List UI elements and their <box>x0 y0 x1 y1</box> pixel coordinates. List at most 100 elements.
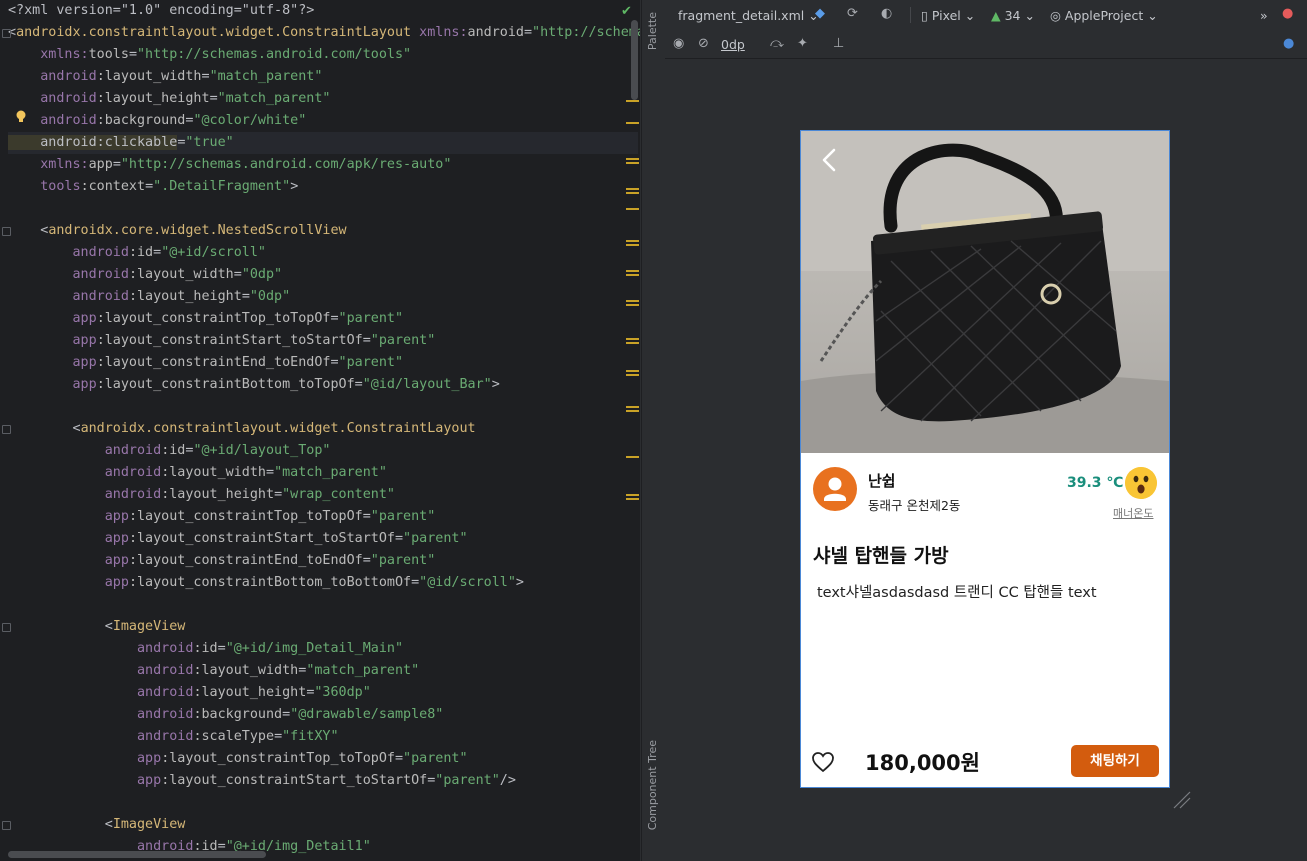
code-line[interactable]: app:layout_constraintEnd_toEndOf="parent… <box>8 352 638 374</box>
code-token: :layout_height <box>161 487 275 502</box>
vertical-scrollbar[interactable] <box>631 20 638 100</box>
code-token: "@color/white" <box>193 113 307 128</box>
code-token: = <box>201 69 210 84</box>
night-mode-icon[interactable]: ◐ <box>881 6 892 21</box>
api-selector[interactable]: ▲ 34 ⌄ <box>991 8 1035 23</box>
code-line[interactable]: <androidx.constraintlayout.widget.Constr… <box>8 418 638 440</box>
code-token: < <box>104 619 113 634</box>
fold-marker[interactable] <box>2 227 11 236</box>
code-line[interactable]: tools:context=".DetailFragment"> <box>8 176 638 198</box>
code-token: android <box>467 25 524 40</box>
code-line[interactable]: android:clickable="true" <box>8 132 638 154</box>
component-tree-tab[interactable]: Component Tree <box>646 740 659 830</box>
default-margin-field[interactable]: 0dp <box>721 37 745 52</box>
code-line[interactable]: app:layout_constraintEnd_toEndOf="parent… <box>8 550 638 572</box>
code-line[interactable]: android:id="@+id/img_Detail_Main" <box>8 638 638 660</box>
code-line[interactable]: app:layout_constraintTop_toTopOf="parent… <box>8 506 638 528</box>
heart-icon[interactable] <box>811 751 835 773</box>
code-line[interactable]: android:layout_width="match_parent" <box>8 660 638 682</box>
code-line[interactable]: android:layout_height="wrap_content" <box>8 484 638 506</box>
autoconnect-icon[interactable]: ⊘ <box>698 36 709 51</box>
product-photo <box>801 131 1169 453</box>
code-token: android <box>104 465 162 480</box>
lightbulb-icon[interactable] <box>15 110 27 124</box>
code-line[interactable]: android:layout_width="0dp" <box>8 264 638 286</box>
code-token: > <box>290 179 299 194</box>
code-line[interactable]: xmlns:tools="http://schemas.android.com/… <box>8 44 638 66</box>
code-token: tools <box>88 47 129 62</box>
clear-constraints-icon[interactable]: ⤼ <box>770 36 784 51</box>
code-line[interactable]: android:layout_width="match_parent" <box>8 462 638 484</box>
code-token: app <box>104 575 129 590</box>
code-line[interactable]: app:layout_constraintTop_toTopOf="parent… <box>8 308 638 330</box>
code-line[interactable] <box>8 792 638 814</box>
code-token: "@id/layout_Bar" <box>362 377 492 392</box>
stripe-mark <box>626 494 639 496</box>
guidelines-icon[interactable]: ⊥ <box>833 36 844 51</box>
handbag-illustration <box>801 131 1169 453</box>
code-line[interactable]: android:layout_height="0dp" <box>8 286 638 308</box>
code-line[interactable]: app:layout_constraintTop_toTopOf="parent… <box>8 748 638 770</box>
view-options-icon[interactable]: ◉ <box>673 36 684 51</box>
stripe-mark <box>626 100 639 102</box>
theme-selector[interactable]: ◎ AppleProject ⌄ <box>1050 8 1158 23</box>
code-token: :context <box>80 179 146 194</box>
code-line[interactable]: <?xml version="1.0" encoding="utf-8"?> <box>8 0 638 22</box>
code-line[interactable]: android:layout_height="match_parent" <box>8 88 638 110</box>
orientation-icon[interactable]: ⟳ <box>847 6 858 21</box>
code-token: :layout_constraintTop_toTopOf <box>96 311 331 326</box>
code-line[interactable]: android:background="@drawable/sample8" <box>8 704 638 726</box>
chat-button[interactable]: 채팅하기 <box>1071 745 1159 777</box>
xml-code-editor[interactable]: <?xml version="1.0" encoding="utf-8"?> <a… <box>0 0 640 861</box>
infer-constraints-icon[interactable]: ✦ <box>797 36 808 51</box>
code-line[interactable]: android:id="@+id/layout_Top" <box>8 440 638 462</box>
code-lines[interactable]: <?xml version="1.0" encoding="utf-8"?> <a… <box>2 0 640 861</box>
code-line[interactable]: app:layout_constraintBottom_toTopOf="@id… <box>8 374 638 396</box>
back-arrow-icon[interactable] <box>819 147 841 173</box>
code-line[interactable] <box>8 198 638 220</box>
overflow-button[interactable]: » <box>1260 8 1268 23</box>
horizontal-scrollbar[interactable] <box>8 851 266 858</box>
code-token: :layout_constraintTop_toTopOf <box>128 509 363 524</box>
file-selector[interactable]: fragment_detail.xml ⌄ <box>678 8 819 23</box>
code-line[interactable] <box>8 396 638 418</box>
layers-icon[interactable]: ◆ <box>815 6 825 21</box>
fold-marker[interactable] <box>2 821 11 830</box>
layout-preview[interactable]: 난쉽 동래구 온천제2동 39.3 ℃ 매너온도 샤넬 탑핸들 가방 text샤… <box>800 130 1170 788</box>
code-line[interactable]: <androidx.constraintlayout.widget.Constr… <box>8 22 640 44</box>
code-line[interactable]: <androidx.core.widget.NestedScrollView <box>8 220 638 242</box>
code-line[interactable] <box>8 594 638 616</box>
stripe-mark <box>626 188 639 190</box>
code-line[interactable]: <ImageView <box>8 814 638 836</box>
fold-marker[interactable] <box>2 425 11 434</box>
code-token: "parent" <box>370 509 436 524</box>
code-line[interactable]: android:layout_height="360dp" <box>8 682 638 704</box>
code-token: "parent" <box>403 751 468 766</box>
palette-tab[interactable]: Palette <box>646 12 659 50</box>
code-line[interactable]: <ImageView <box>8 616 638 638</box>
error-icon[interactable]: ● <box>1282 6 1293 21</box>
seller-avatar[interactable] <box>813 467 857 511</box>
code-line[interactable]: app:layout_constraintStart_toStartOf="pa… <box>8 330 638 352</box>
device-selector[interactable]: ▯ Pixel ⌄ <box>921 8 975 23</box>
manner-temperature-label[interactable]: 매너온도 <box>1113 505 1153 521</box>
code-line[interactable]: android:layout_width="match_parent" <box>8 66 638 88</box>
code-line[interactable]: app:layout_constraintBottom_toBottomOf="… <box>8 572 638 594</box>
code-line[interactable]: android:scaleType="fitXY" <box>8 726 638 748</box>
inspection-ok-icon[interactable]: ✔ <box>621 4 632 19</box>
code-line[interactable]: xmlns:app="http://schemas.android.com/ap… <box>8 154 638 176</box>
code-line[interactable]: android:background="@color/white" <box>8 110 638 132</box>
fold-marker[interactable] <box>2 623 11 632</box>
resize-handle-icon[interactable] <box>1172 790 1192 810</box>
fold-marker[interactable] <box>2 29 11 38</box>
code-token: :layout_constraintStart_toStartOf <box>161 773 428 788</box>
code-line[interactable]: app:layout_constraintStart_toStartOf="pa… <box>8 770 638 792</box>
help-icon[interactable]: ● <box>1283 36 1294 51</box>
code-line[interactable]: app:layout_constraintStart_toStartOf="pa… <box>8 528 638 550</box>
code-line[interactable]: android:id="@+id/scroll" <box>8 242 638 264</box>
